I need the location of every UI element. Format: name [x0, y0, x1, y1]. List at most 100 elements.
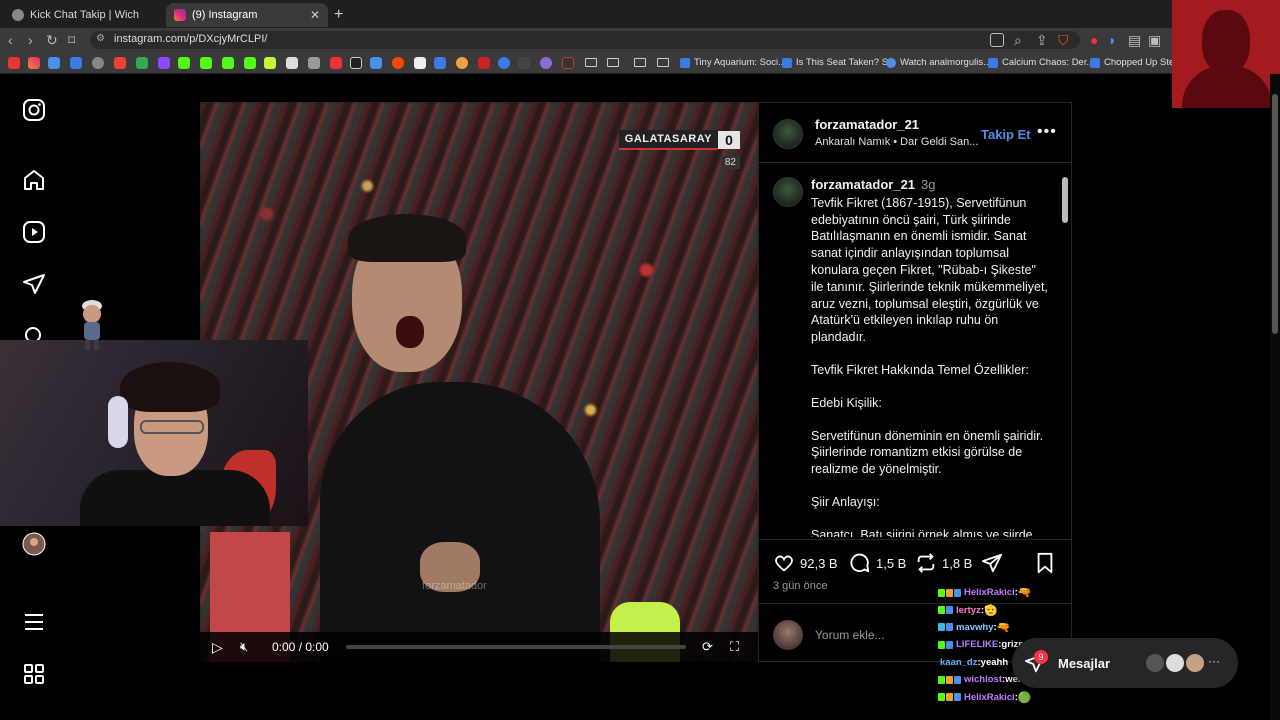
- bookmark-site-icon[interactable]: [370, 57, 382, 69]
- streamer-shirt-image: [80, 470, 270, 526]
- comment-input[interactable]: Yorum ekle...: [815, 628, 885, 642]
- bookmark-site-icon[interactable]: [48, 57, 60, 69]
- mute-icon[interactable]: 🔇︎: [240, 639, 248, 655]
- drive-icon[interactable]: [136, 57, 148, 69]
- bookmark-icon[interactable]: ⌑: [68, 32, 75, 49]
- bookmark-site-icon[interactable]: [498, 57, 510, 69]
- save-button[interactable]: [1035, 552, 1055, 574]
- globe-icon[interactable]: [92, 57, 104, 69]
- instagram-icon[interactable]: [28, 57, 40, 69]
- fullscreen-icon[interactable]: ⛶: [730, 639, 739, 655]
- twitch-icon[interactable]: [158, 57, 170, 69]
- bookmark-site-icon[interactable]: [434, 57, 446, 69]
- bookmark-site-icon[interactable]: [308, 57, 320, 69]
- streamer-hair-image: [120, 362, 220, 412]
- folder-icon[interactable]: [607, 58, 619, 67]
- bookmark-site-icon[interactable]: [286, 57, 298, 69]
- brave-shield-icon[interactable]: ⛉: [1058, 32, 1069, 49]
- bookmark-site-icon[interactable]: [70, 57, 82, 69]
- scrollbar-thumb[interactable]: [1062, 177, 1068, 223]
- follow-button[interactable]: Takip Et: [981, 127, 1031, 142]
- post-header: forzamatador_21 Ankaralı Namık • Dar Gel…: [759, 103, 1071, 163]
- apps-icon[interactable]: [22, 662, 46, 686]
- browser-tab-strip: Kick Chat Takip | Wich (9) Instagram ✕ +: [0, 0, 1280, 28]
- new-tab-button[interactable]: +: [334, 6, 343, 24]
- author-username[interactable]: forzamatador_21: [815, 117, 919, 132]
- video-watermark: forzamatador: [422, 580, 487, 592]
- folder-icon[interactable]: [634, 58, 646, 67]
- replay-icon[interactable]: ⟳: [702, 639, 713, 655]
- page-scrollbar[interactable]: [1270, 74, 1280, 720]
- more-icon[interactable]: ···: [1208, 654, 1220, 668]
- video-progress-track[interactable]: [346, 645, 686, 649]
- mascot-sticker-icon: [82, 300, 102, 350]
- back-icon[interactable]: ‹: [8, 32, 13, 48]
- scrollbar-thumb[interactable]: [1272, 94, 1278, 334]
- bookmark-site-icon[interactable]: [562, 57, 574, 69]
- comment-button[interactable]: 1,5 B: [849, 552, 906, 574]
- bookmark-seat-taken[interactable]: Is This Seat Taken? S...: [782, 57, 896, 68]
- url-bar[interactable]: ⚙ instagram.com/p/DXcjyMrCLPI/: [90, 31, 1080, 49]
- kick-icon[interactable]: [244, 57, 256, 69]
- post-caption: forzamatador_21 3g Tevfik Fikret (1867-19…: [811, 177, 1051, 537]
- bookmark-site-icon[interactable]: [330, 57, 342, 69]
- bookmark-site-icon[interactable]: [478, 57, 490, 69]
- bookmark-watch[interactable]: Watch analmorgulis...: [886, 57, 991, 68]
- extension-2-icon[interactable]: ◗: [1108, 32, 1116, 48]
- reload-icon[interactable]: ↻: [46, 32, 58, 49]
- bookmark-site-icon[interactable]: [264, 57, 276, 69]
- messages-floating-button[interactable]: 9 Mesajlar ···: [1012, 638, 1238, 688]
- kick-icon[interactable]: [222, 57, 234, 69]
- folder-icon[interactable]: [657, 58, 669, 67]
- like-button[interactable]: 92,3 B: [773, 552, 838, 574]
- caption-scrollbar[interactable]: [1061, 167, 1069, 535]
- caption-paragraph: Tevfik Fikret Hakkında Temel Özellikler:: [811, 362, 1029, 377]
- chat-message: mavwhy : 🔫: [938, 619, 1118, 636]
- messages-icon[interactable]: [22, 272, 46, 296]
- bookmark-site-icon[interactable]: [414, 57, 426, 69]
- scoreboard: GALATASARAY 0 82: [618, 130, 740, 169]
- repost-button[interactable]: 1,8 B: [915, 552, 972, 574]
- menu-icon[interactable]: [22, 610, 46, 634]
- post-panel: forzamatador_21 Ankaralı Namık • Dar Gel…: [758, 102, 1072, 662]
- instagram-logo-icon[interactable]: [22, 98, 46, 122]
- cast-icon[interactable]: [990, 33, 1004, 47]
- kick-icon[interactable]: [200, 57, 212, 69]
- bookmark-chopped-up[interactable]: Chopped Up Stean: [1090, 57, 1185, 68]
- browser-tab-instagram[interactable]: (9) Instagram ✕: [166, 3, 328, 27]
- share-button[interactable]: [981, 552, 1003, 574]
- chat-username: kaan_dz: [940, 656, 978, 668]
- caption-author-avatar[interactable]: [773, 177, 803, 207]
- more-options-icon[interactable]: •••: [1037, 123, 1057, 141]
- tab-title: Kick Chat Takip | Wich: [30, 9, 140, 21]
- bookmark-site-icon[interactable]: [456, 57, 468, 69]
- zoom-icon[interactable]: ⌕: [1014, 32, 1022, 49]
- extension-4-icon[interactable]: ▣: [1148, 32, 1161, 49]
- extension-3-icon[interactable]: ▤: [1128, 32, 1141, 49]
- kick-icon[interactable]: [178, 57, 190, 69]
- home-icon[interactable]: [22, 168, 46, 192]
- x-twitter-icon[interactable]: [350, 57, 362, 69]
- bookmark-site-icon[interactable]: [540, 57, 552, 69]
- reels-icon[interactable]: [22, 220, 46, 244]
- scoreboard-minute: 82: [720, 156, 740, 169]
- bookmark-site-icon[interactable]: [518, 57, 530, 69]
- audio-subtitle[interactable]: Ankaralı Namık • Dar Geldi San...: [815, 136, 978, 148]
- extension-icon[interactable]: ●: [1090, 32, 1098, 48]
- bookmark-tiny-aquarium[interactable]: Tiny Aquarium: Soci...: [680, 57, 786, 68]
- caption-username[interactable]: forzamatador_21: [811, 177, 915, 192]
- reddit-icon[interactable]: [392, 57, 404, 69]
- coach-mouth-image: [396, 316, 424, 348]
- youtube-icon[interactable]: [8, 57, 20, 69]
- author-avatar[interactable]: [773, 119, 803, 149]
- browser-tab-kick-chat[interactable]: Kick Chat Takip | Wich: [4, 3, 164, 27]
- close-tab-icon[interactable]: ✕: [310, 8, 320, 22]
- bookmark-calcium-chaos[interactable]: Calcium Chaos: Der...: [988, 57, 1094, 68]
- folder-icon[interactable]: [585, 58, 597, 67]
- share-icon[interactable]: ⇪: [1036, 32, 1048, 49]
- profile-avatar-icon[interactable]: [22, 532, 46, 556]
- site-info-icon[interactable]: ⚙: [96, 33, 105, 44]
- gmail-icon[interactable]: [114, 57, 126, 69]
- play-icon[interactable]: ▷: [212, 639, 223, 656]
- forward-icon[interactable]: ›: [28, 32, 33, 48]
